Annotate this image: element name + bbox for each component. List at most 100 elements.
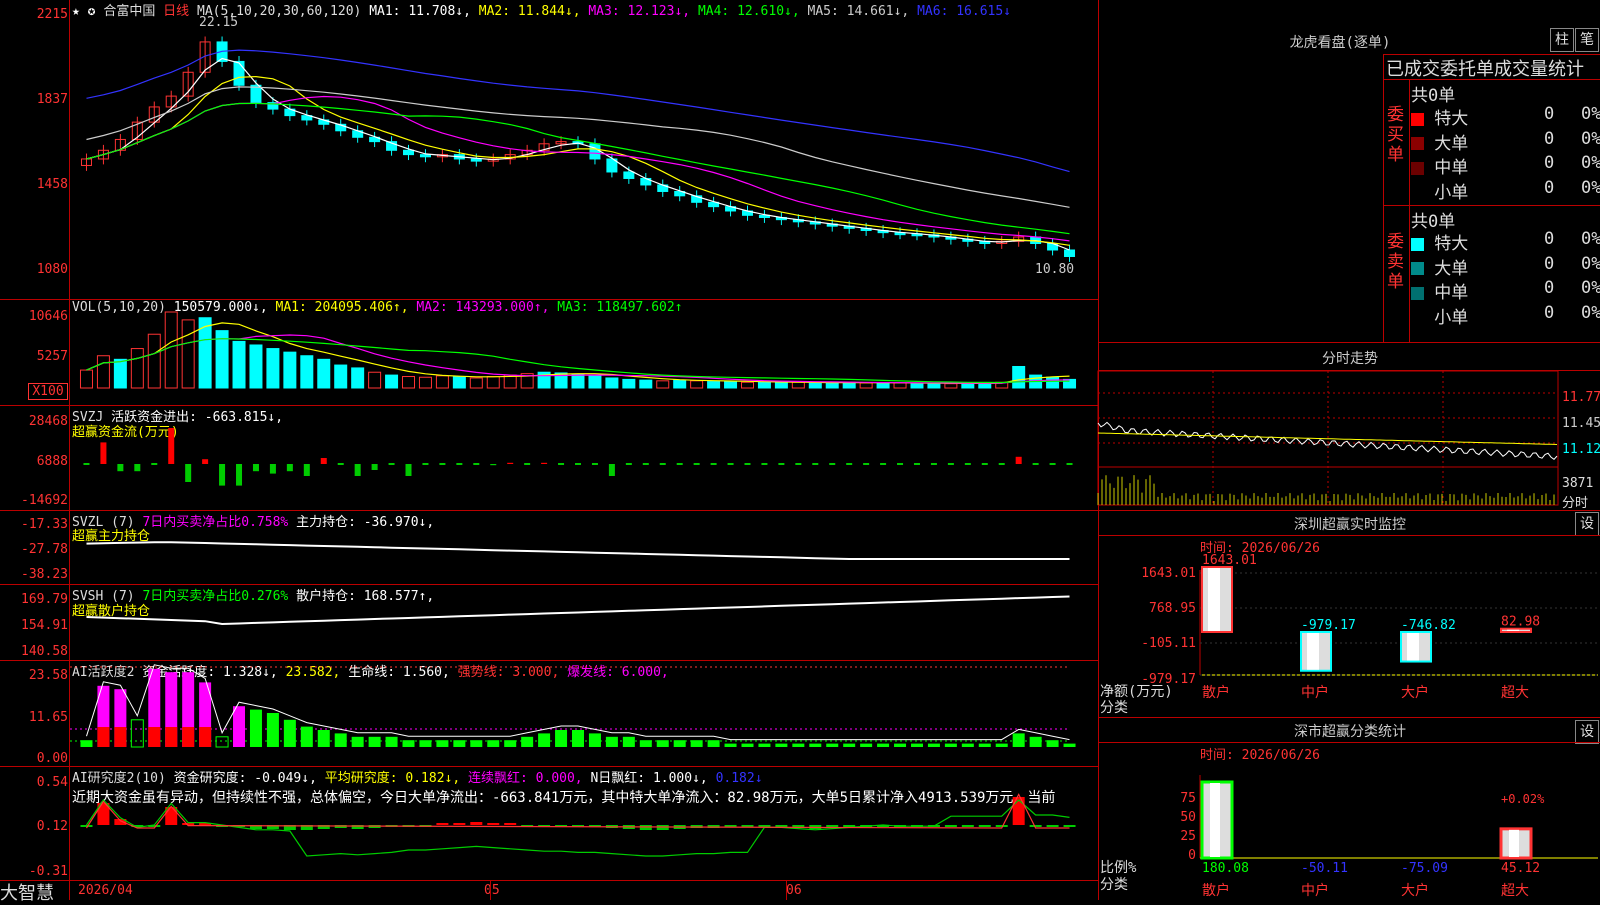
intraday-chart[interactable] xyxy=(1097,370,1559,506)
active-bar xyxy=(639,740,652,747)
order-count: 0 xyxy=(1544,253,1555,274)
price-tick: 1080 xyxy=(36,262,68,277)
flow-bar xyxy=(320,458,327,464)
order-row-buy: 大单 0 0% xyxy=(1411,129,1600,154)
color-swatch xyxy=(1411,112,1424,126)
sz-monitor-chart[interactable]: 1643.01 散户 -979.17 中户 -746.82 大户 82.98 超大 xyxy=(1098,550,1600,715)
volume-bar xyxy=(232,340,246,389)
active-bar xyxy=(538,733,551,747)
volume-bar xyxy=(402,376,416,389)
sz-class-settings-button[interactable]: 设 xyxy=(1575,720,1599,744)
intraday-title: 分时走势 xyxy=(1322,351,1378,367)
candle-body xyxy=(419,154,431,158)
research-bar xyxy=(1029,825,1042,827)
intraday-time-label: 分时 xyxy=(1562,496,1589,511)
flow-bar xyxy=(388,463,395,465)
flow-bar xyxy=(947,463,954,465)
ai-research-chart[interactable] xyxy=(70,793,1098,880)
flow-bar xyxy=(897,463,904,465)
active-bar xyxy=(233,706,246,747)
research-bar xyxy=(470,822,483,825)
active-bar-base xyxy=(165,727,178,747)
svzj-tick: 28468 xyxy=(28,414,68,429)
volume-bar xyxy=(351,367,365,389)
ai-active-tick: 23.58 xyxy=(28,668,68,683)
ai-research-label: AI研究度2(10) xyxy=(72,771,166,786)
active-bar xyxy=(944,743,957,747)
candle-body xyxy=(233,60,245,86)
order-count: 0 xyxy=(1544,302,1555,323)
volume-bar xyxy=(825,382,839,389)
stats-title: 已成交委托单成交量统计 xyxy=(1386,59,1584,80)
net-value-label: -746.82 xyxy=(1401,618,1456,633)
research-line-red xyxy=(85,793,1070,829)
net-bar-highlight xyxy=(1208,567,1220,631)
low-price-label: 10.80 xyxy=(1035,262,1075,277)
volume-bar xyxy=(588,374,602,389)
flow-bar xyxy=(337,463,344,465)
flow-bar xyxy=(524,463,531,465)
active-bar xyxy=(334,733,347,747)
active-bar-base xyxy=(114,727,127,747)
date-tick xyxy=(490,880,491,900)
active-bar xyxy=(843,743,856,747)
active-bar xyxy=(1046,740,1059,747)
volume-bar xyxy=(876,382,890,389)
active-bar xyxy=(1029,736,1042,747)
active-bar xyxy=(419,740,432,747)
volume-bar xyxy=(944,383,958,389)
active-bar xyxy=(453,740,466,747)
divider xyxy=(1383,54,1384,342)
flow-bar xyxy=(151,463,158,465)
active-bar xyxy=(300,726,313,747)
flow-bar xyxy=(100,442,107,464)
flow-bar xyxy=(981,463,988,465)
svsh-chart[interactable] xyxy=(70,585,1098,660)
volume-chart[interactable] xyxy=(70,300,1098,405)
app-name[interactable]: 大智慧 xyxy=(0,879,54,905)
active-bar-base xyxy=(97,727,110,747)
active-bar xyxy=(978,743,991,747)
price-chart[interactable] xyxy=(70,0,1098,299)
volume-bar xyxy=(79,369,93,389)
flow-bar xyxy=(998,463,1005,465)
flow-bar xyxy=(558,463,565,465)
buy-side-label: 委买单 xyxy=(1387,105,1404,165)
tick-mode-button[interactable]: 笔 xyxy=(1575,28,1599,52)
order-size-label: 特大 xyxy=(1434,234,1469,254)
candle-body xyxy=(1064,249,1076,257)
flow-bar xyxy=(1032,463,1039,465)
order-row-sell: 大单 0 0% xyxy=(1411,254,1600,279)
volume-bar xyxy=(893,382,907,389)
volume-bar xyxy=(164,311,178,389)
flow-bar xyxy=(473,463,480,465)
ai-active-chart[interactable] xyxy=(70,661,1098,766)
category-label: 散户 xyxy=(1202,882,1230,899)
active-bar xyxy=(1012,733,1025,747)
volume-bar xyxy=(181,319,195,389)
volume-bar xyxy=(724,381,738,389)
active-bar xyxy=(283,719,296,747)
active-bar xyxy=(877,743,890,747)
bar-mode-button[interactable]: 柱 xyxy=(1550,28,1574,52)
svzj-chart[interactable] xyxy=(70,406,1098,510)
divider xyxy=(1098,510,1600,511)
volume-bar xyxy=(605,377,619,389)
svzl-chart[interactable] xyxy=(70,511,1098,584)
research-bar xyxy=(978,825,991,827)
divider xyxy=(1098,342,1600,343)
flow-bar xyxy=(422,463,429,465)
order-count: 0 xyxy=(1544,177,1555,198)
flow-bar xyxy=(168,428,175,464)
active-bar xyxy=(894,743,907,747)
volume-bar xyxy=(283,351,297,389)
sz-monitor-settings-button[interactable]: 设 xyxy=(1575,512,1599,536)
order-pct: 0% xyxy=(1581,302,1600,323)
ai-research-t3: 连续飘红: 0.000, xyxy=(468,771,583,786)
order-pct: 0% xyxy=(1581,177,1600,198)
sz-class-chart[interactable]: 180.08 散户 -50.11 中户 -75.09 大户 45.12 超大 +0.02% xyxy=(1098,765,1600,900)
active-bar xyxy=(588,733,601,747)
flow-bar xyxy=(117,464,124,472)
active-bar xyxy=(249,709,262,747)
intraday-vol-tick: 3871 xyxy=(1562,476,1594,491)
